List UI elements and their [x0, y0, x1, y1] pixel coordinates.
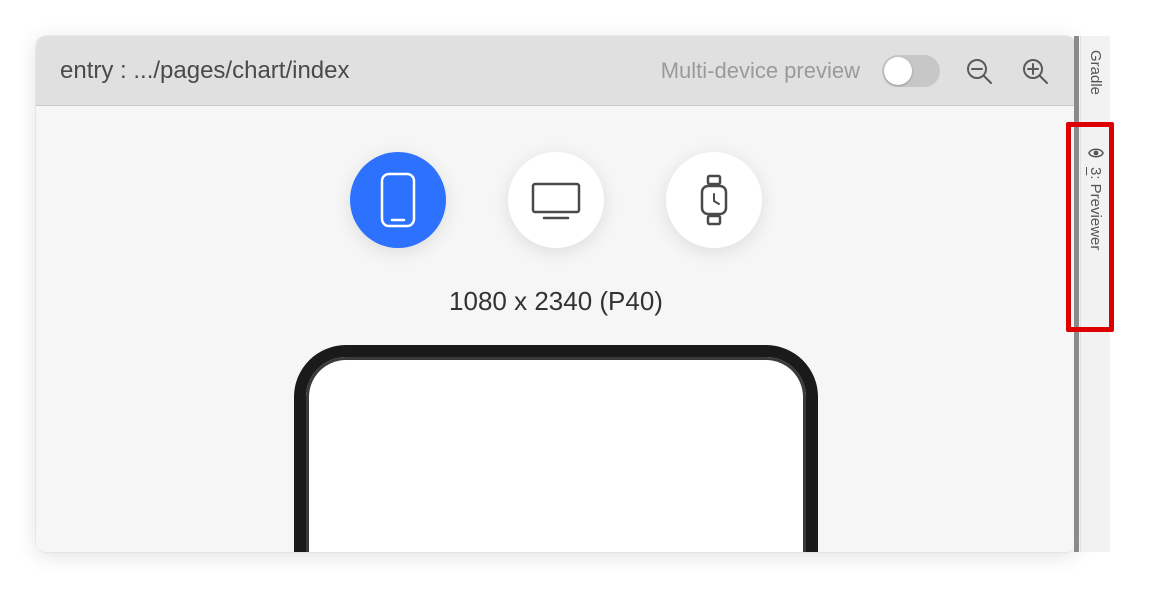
- previewer-tab-label: 3: Previewer: [1087, 167, 1104, 250]
- zoom-in-button[interactable]: [1018, 54, 1052, 88]
- zoom-in-icon: [1021, 57, 1049, 85]
- device-frame: [294, 345, 818, 552]
- tv-icon: [528, 178, 584, 222]
- multi-device-label: Multi-device preview: [661, 58, 860, 84]
- toggle-knob: [884, 57, 912, 85]
- breadcrumb: entry : .../pages/chart/index: [60, 57, 639, 85]
- eye-icon: [1088, 145, 1104, 161]
- sidebar-tab-gradle[interactable]: Gradle: [1087, 40, 1104, 105]
- watch-icon: [694, 172, 734, 228]
- multi-device-toggle[interactable]: [882, 55, 940, 87]
- device-tv-button[interactable]: [508, 152, 604, 248]
- resolution-label: 1080 x 2340 (P40): [36, 286, 1076, 317]
- phone-icon: [378, 172, 418, 228]
- device-picker: [36, 152, 1076, 248]
- ide-side-rail: Gradle 3: Previewer: [1080, 36, 1110, 552]
- gradle-tab-label: Gradle: [1087, 50, 1104, 95]
- zoom-out-button[interactable]: [962, 54, 996, 88]
- zoom-out-icon: [965, 57, 993, 85]
- device-phone-button[interactable]: [350, 152, 446, 248]
- previewer-panel: entry : .../pages/chart/index Multi-devi…: [36, 36, 1076, 552]
- preview-area: 1080 x 2340 (P40): [36, 106, 1076, 552]
- device-watch-button[interactable]: [666, 152, 762, 248]
- sidebar-tab-previewer[interactable]: 3: Previewer: [1087, 135, 1104, 260]
- previewer-toolbar: entry : .../pages/chart/index Multi-devi…: [36, 36, 1076, 106]
